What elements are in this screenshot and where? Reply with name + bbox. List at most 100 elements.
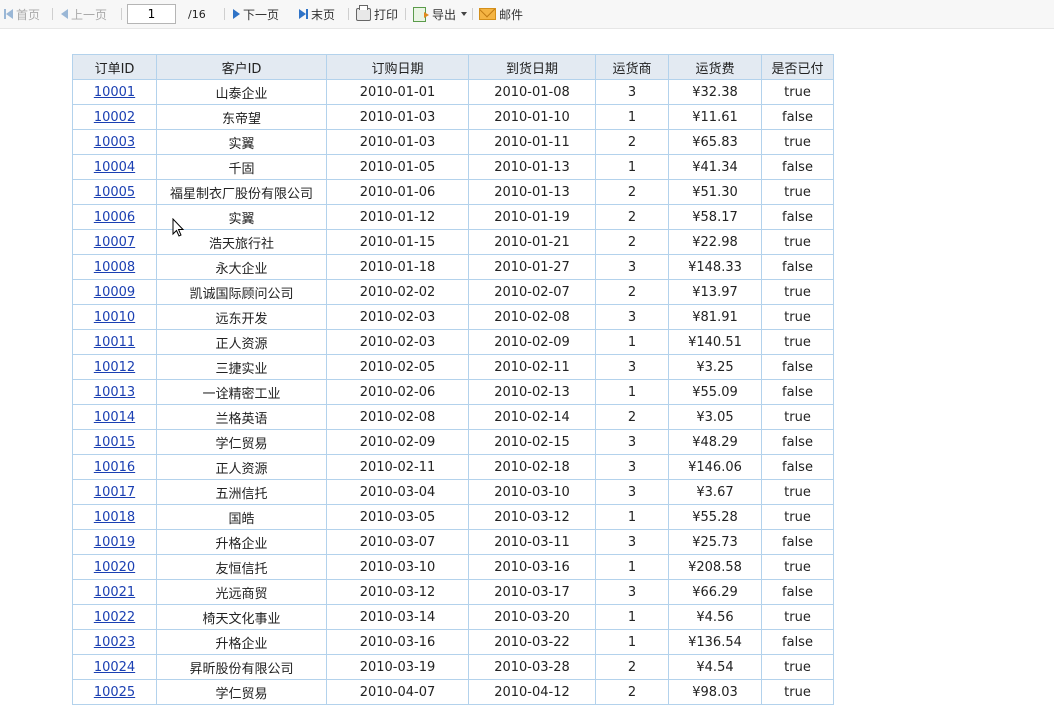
cell-paid: true: [761, 79, 834, 105]
header-arrival-date: 到货日期: [468, 54, 596, 80]
cell-paid: true: [761, 304, 834, 330]
order-id-link[interactable]: 10007: [94, 235, 135, 250]
cell-customer-id: 一诠精密工业: [156, 379, 327, 405]
order-id-link[interactable]: 10011: [94, 335, 135, 350]
table-row: 10001 山泰企业 2010-01-01 2010-01-08 3 ¥32.38 true: [72, 79, 834, 105]
cell-freight: ¥58.17: [668, 204, 762, 230]
cell-paid: true: [761, 604, 834, 630]
print-label: 打印: [374, 7, 399, 22]
cell-customer-id: 升格企业: [156, 629, 327, 655]
cell-paid: true: [761, 654, 834, 680]
table-row: 10016 正人资源 2010-02-11 2010-02-18 3 ¥146.06 fal…: [72, 454, 834, 480]
cell-customer-id: 正人资源: [156, 454, 327, 480]
printer-icon: [356, 4, 371, 21]
order-id-link[interactable]: 10019: [94, 535, 135, 550]
table-row: 10013 一诠精密工业 2010-02-06 2010-02-13 1 ¥55.09 fa…: [72, 379, 834, 405]
cell-shipper: 2: [595, 404, 669, 430]
cell-order-id: 10005: [72, 179, 157, 205]
order-id-link[interactable]: 10008: [94, 260, 135, 275]
cell-order-date: 2010-01-03: [326, 104, 469, 130]
order-id-link[interactable]: 10021: [94, 585, 135, 600]
cell-arrival-date: 2010-02-07: [468, 279, 596, 305]
email-button[interactable]: 邮件: [479, 0, 523, 28]
cell-customer-id: 友恒信托: [156, 554, 327, 580]
cell-freight: ¥22.98: [668, 229, 762, 255]
last-page-label: 末页: [311, 7, 336, 22]
cell-paid: false: [761, 379, 834, 405]
table-row: 10011 正人资源 2010-02-03 2010-02-09 1 ¥140.51 tru…: [72, 329, 834, 355]
order-id-link[interactable]: 10025: [94, 685, 135, 700]
cell-shipper: 1: [595, 329, 669, 355]
first-page-button[interactable]: 首页: [4, 0, 40, 28]
order-id-link[interactable]: 10018: [94, 510, 135, 525]
table-row: 10022 椅天文化事业 2010-03-14 2010-03-20 1 ¥4.56 tru…: [72, 604, 834, 630]
order-id-link[interactable]: 10016: [94, 460, 135, 475]
order-id-link[interactable]: 10022: [94, 610, 135, 625]
order-id-link[interactable]: 10012: [94, 360, 135, 375]
cell-freight: ¥4.56: [668, 604, 762, 630]
cell-arrival-date: 2010-03-11: [468, 529, 596, 555]
table-row: 10004 千固 2010-01-05 2010-01-13 1 ¥41.34 false: [72, 154, 834, 180]
cell-order-id: 10012: [72, 354, 157, 380]
order-id-link[interactable]: 10023: [94, 635, 135, 650]
last-page-button[interactable]: 末页: [299, 0, 335, 28]
order-id-link[interactable]: 10002: [94, 110, 135, 125]
cell-arrival-date: 2010-02-11: [468, 354, 596, 380]
prev-page-button[interactable]: 上一页: [61, 0, 107, 28]
cell-shipper: 2: [595, 654, 669, 680]
cell-arrival-date: 2010-01-13: [468, 154, 596, 180]
cell-arrival-date: 2010-03-16: [468, 554, 596, 580]
cell-shipper: 2: [595, 129, 669, 155]
cell-customer-id: 远东开发: [156, 304, 327, 330]
table-row: 10024 昇昕股份有限公司 2010-03-19 2010-03-28 2 ¥4.54 t…: [72, 654, 834, 680]
cell-customer-id: 学仁贸易: [156, 679, 327, 705]
cell-freight: ¥11.61: [668, 104, 762, 130]
table-row: 10017 五洲信托 2010-03-04 2010-03-10 3 ¥3.67 true: [72, 479, 834, 505]
cell-shipper: 3: [595, 354, 669, 380]
cell-freight: ¥148.33: [668, 254, 762, 280]
cell-shipper: 3: [595, 254, 669, 280]
prev-page-icon: [61, 9, 68, 19]
cell-order-date: 2010-01-15: [326, 229, 469, 255]
order-id-link[interactable]: 10003: [94, 135, 135, 150]
chevron-down-icon: [461, 12, 468, 16]
order-id-link[interactable]: 10005: [94, 185, 135, 200]
cell-shipper: 3: [595, 479, 669, 505]
header-freight: 运货费: [668, 54, 762, 80]
orders-table: 订单ID 客户ID 订购日期 到货日期 运货商 运货费 是否已付 10001 山泰…: [72, 54, 834, 705]
order-id-link[interactable]: 10024: [94, 660, 135, 675]
order-id-link[interactable]: 10020: [94, 560, 135, 575]
next-page-button[interactable]: 下一页: [233, 0, 279, 28]
page-number-input[interactable]: [127, 4, 176, 24]
cell-paid: true: [761, 129, 834, 155]
cell-customer-id: 实翼: [156, 129, 327, 155]
cell-paid: false: [761, 579, 834, 605]
next-page-label: 下一页: [243, 7, 280, 22]
order-id-link[interactable]: 10004: [94, 160, 135, 175]
order-id-link[interactable]: 10014: [94, 410, 135, 425]
cell-shipper: 1: [595, 604, 669, 630]
order-id-link[interactable]: 10017: [94, 485, 135, 500]
print-button[interactable]: 打印: [356, 0, 398, 28]
cell-paid: false: [761, 104, 834, 130]
order-id-link[interactable]: 10001: [94, 85, 135, 100]
order-id-link[interactable]: 10013: [94, 385, 135, 400]
cell-arrival-date: 2010-01-10: [468, 104, 596, 130]
cell-paid: false: [761, 429, 834, 455]
cell-arrival-date: 2010-04-12: [468, 679, 596, 705]
order-id-link[interactable]: 10006: [94, 210, 135, 225]
export-button[interactable]: 导出: [413, 0, 468, 28]
cell-order-id: 10004: [72, 154, 157, 180]
cell-arrival-date: 2010-01-13: [468, 179, 596, 205]
order-id-link[interactable]: 10015: [94, 435, 135, 450]
cell-order-date: 2010-02-09: [326, 429, 469, 455]
cell-paid: true: [761, 179, 834, 205]
cell-paid: false: [761, 529, 834, 555]
cell-paid: true: [761, 229, 834, 255]
order-id-link[interactable]: 10009: [94, 285, 135, 300]
order-id-link[interactable]: 10010: [94, 310, 135, 325]
header-order-date: 订购日期: [326, 54, 469, 80]
cell-shipper: 1: [595, 104, 669, 130]
cell-freight: ¥13.97: [668, 279, 762, 305]
cell-order-date: 2010-03-04: [326, 479, 469, 505]
